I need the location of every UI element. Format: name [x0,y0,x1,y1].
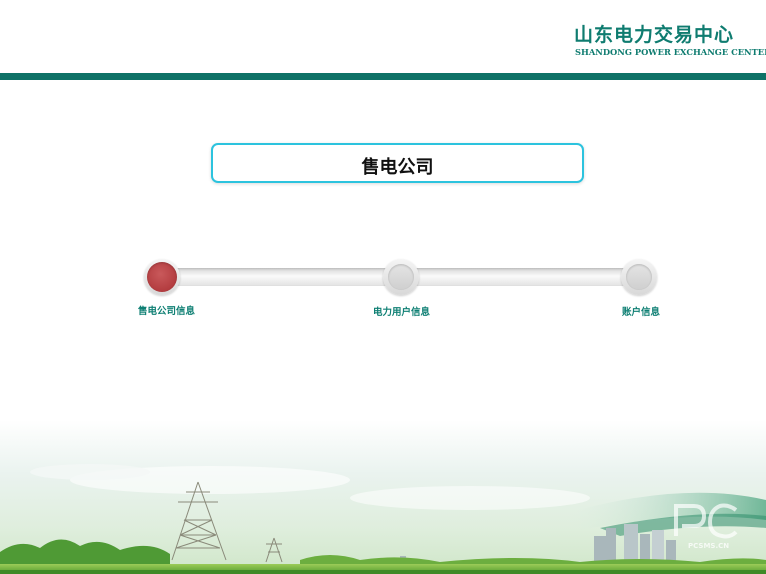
step-node-1[interactable] [144,259,180,295]
step-node-3[interactable] [621,259,657,295]
page-title: 售电公司 [361,157,434,178]
step-indicator [626,264,652,290]
logo-en: SHANDONG POWER EXCHANGE CENTER [575,47,766,57]
title-box: 售电公司 [211,143,584,183]
landscape-illustration [0,420,766,574]
watermark-text: PCSMS.CN [688,542,730,550]
step-label-1: 售电公司信息 [138,306,196,317]
logo: 山东电力交易中心 SHANDONG POWER EXCHANGE CENTER [574,20,766,62]
watermark-logo-icon [674,503,738,539]
step-label-2: 电力用户信息 [373,307,431,318]
header: 山东电力交易中心 SHANDONG POWER EXCHANGE CENTER [0,0,766,73]
header-bar [0,73,766,80]
step-indicator [388,264,414,290]
step-node-2[interactable] [383,259,419,295]
step-label-3: 账户信息 [622,307,661,318]
logo-cn: 山东电力交易中心 [574,24,735,46]
step-indicator-active [147,262,177,292]
watermark: PCSMS.CN [668,498,744,554]
